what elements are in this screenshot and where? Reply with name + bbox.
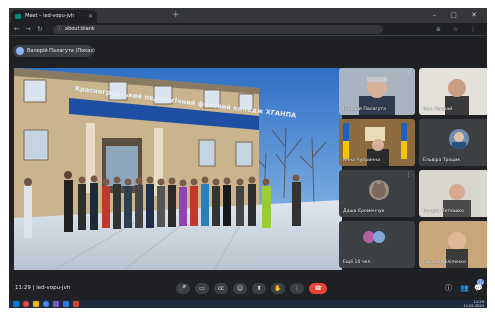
word-icon[interactable] [63, 301, 69, 307]
mic-button[interactable]: 🎤 [176, 283, 190, 294]
end-call-button[interactable]: ☎ [309, 283, 327, 294]
new-tab-button[interactable]: + [172, 8, 180, 23]
meeting-info: 11:29 | ied-vopu-jvh [15, 276, 70, 300]
chrome-icon[interactable] [43, 301, 49, 307]
start-icon[interactable] [13, 301, 19, 307]
overflow-avatar [373, 231, 385, 243]
participant-name: Даша Єременчук [343, 209, 385, 214]
captions-button[interactable]: ㏄ [214, 283, 228, 294]
reload-icon[interactable]: ↻ [37, 23, 43, 36]
participant-avatar [449, 129, 469, 149]
address-bar[interactable]: ⓘ about:blank [53, 25, 383, 34]
meet-control-bar: 11:29 | ied-vopu-jvh 🎤 ▭ ㏄ ☺ ⬆ ✋ ⋮ ☎ ⓘ 👥… [9, 276, 487, 300]
screen: Meet – ied-vopu-jvh ✕ + – ▢ ✕ ← → ↻ ⓘ ab… [9, 8, 487, 308]
back-arrow-icon[interactable]: ← [14, 23, 20, 36]
present-button[interactable]: ⬆ [252, 283, 266, 294]
address-text: about:blank [65, 26, 95, 32]
more-options-button[interactable]: ⋮ [290, 283, 304, 294]
participant-name: Валерій Палагута [343, 107, 387, 112]
toolbar-icons[interactable]: ⊕ ☆ ⋮ [436, 23, 481, 36]
opera-icon[interactable] [23, 301, 29, 307]
presenting-icon [16, 47, 24, 55]
os-taskbar: 11:29 11.02.2024 [9, 300, 487, 308]
participant-name: Богдан Тетюшко [423, 209, 464, 214]
meet-top-bar: Валерій Палагута (Показ) [9, 37, 487, 66]
browser-toolbar: ← → ↻ ⓘ about:blank ⊕ ☆ ⋮ [9, 23, 487, 36]
info-separator: | [32, 285, 35, 291]
participant-tile[interactable]: Оксана Філіпенко [419, 221, 487, 268]
meeting-code: ied-vopu-jvh [36, 285, 71, 291]
presenter-name: Валерій Палагута (Показ) [27, 48, 95, 54]
participant-avatar [369, 180, 389, 200]
tile-menu-icon[interactable]: ⋮ [486, 173, 487, 178]
overflow-count-label: Ещё 10 чел. [343, 260, 372, 265]
tile-menu-icon[interactable]: ⋮ [406, 173, 411, 178]
close-tab-icon[interactable]: ✕ [88, 10, 93, 23]
tab-title: Meet – ied-vopu-jvh [25, 13, 75, 19]
participant-name: Ельвіра Троцик [423, 158, 461, 163]
tab-second[interactable] [99, 10, 169, 23]
info-icon[interactable]: ⓘ [57, 25, 62, 34]
tab-meet[interactable]: Meet – ied-vopu-jvh ✕ [11, 10, 97, 23]
participant-name: Іван Маскай [423, 107, 453, 112]
overflow-participants-tile[interactable]: Ещё 10 чел. [339, 221, 415, 268]
meet-favicon-icon [15, 14, 21, 19]
clock-date: 11.02.2024 [463, 304, 484, 308]
participant-tile[interactable]: ⋮ Богдан Тетюшко [419, 170, 487, 217]
participant-tile[interactable]: ⋮ Валерій Палагута [339, 68, 415, 115]
presentation-stage: Красноградський педагогічний фаховий кол… [14, 68, 342, 270]
participant-name: Оксана Філіпенко [423, 260, 466, 265]
participant-tile[interactable]: Ельвіра Троцик [419, 119, 487, 166]
file-explorer-icon[interactable] [33, 301, 39, 307]
viber-icon[interactable] [53, 301, 59, 307]
browser-tab-strip: Meet – ied-vopu-jvh ✕ + – ▢ ✕ [9, 8, 487, 23]
window-controls[interactable]: – ▢ ✕ [433, 8, 483, 23]
emoji-button[interactable]: ☺ [233, 283, 247, 294]
tile-menu-icon[interactable]: ⋮ [486, 71, 487, 76]
participant-name: Анна Чупринна [343, 158, 381, 163]
forward-arrow-icon[interactable]: → [25, 23, 31, 36]
raise-hand-button[interactable]: ✋ [271, 283, 285, 294]
meeting-time: 11:29 [15, 285, 31, 291]
presenter-chip[interactable]: Валерій Палагута (Показ) [13, 45, 95, 57]
people-button[interactable]: 👥 [460, 282, 469, 294]
powerpoint-icon[interactable] [73, 301, 79, 307]
participant-tile[interactable]: Анна Чупринна [339, 119, 415, 166]
people-count-badge: 17 [477, 279, 484, 285]
participant-tile[interactable]: ⋮ Даша Єременчук [339, 170, 415, 217]
participant-tile[interactable]: ⋮ Іван Маскай [419, 68, 487, 115]
system-tray-clock[interactable]: 11:29 11.02.2024 [463, 300, 484, 308]
info-button[interactable]: ⓘ [445, 282, 452, 294]
camera-button[interactable]: ▭ [195, 283, 209, 294]
tile-menu-icon[interactable]: ⋮ [406, 71, 411, 76]
